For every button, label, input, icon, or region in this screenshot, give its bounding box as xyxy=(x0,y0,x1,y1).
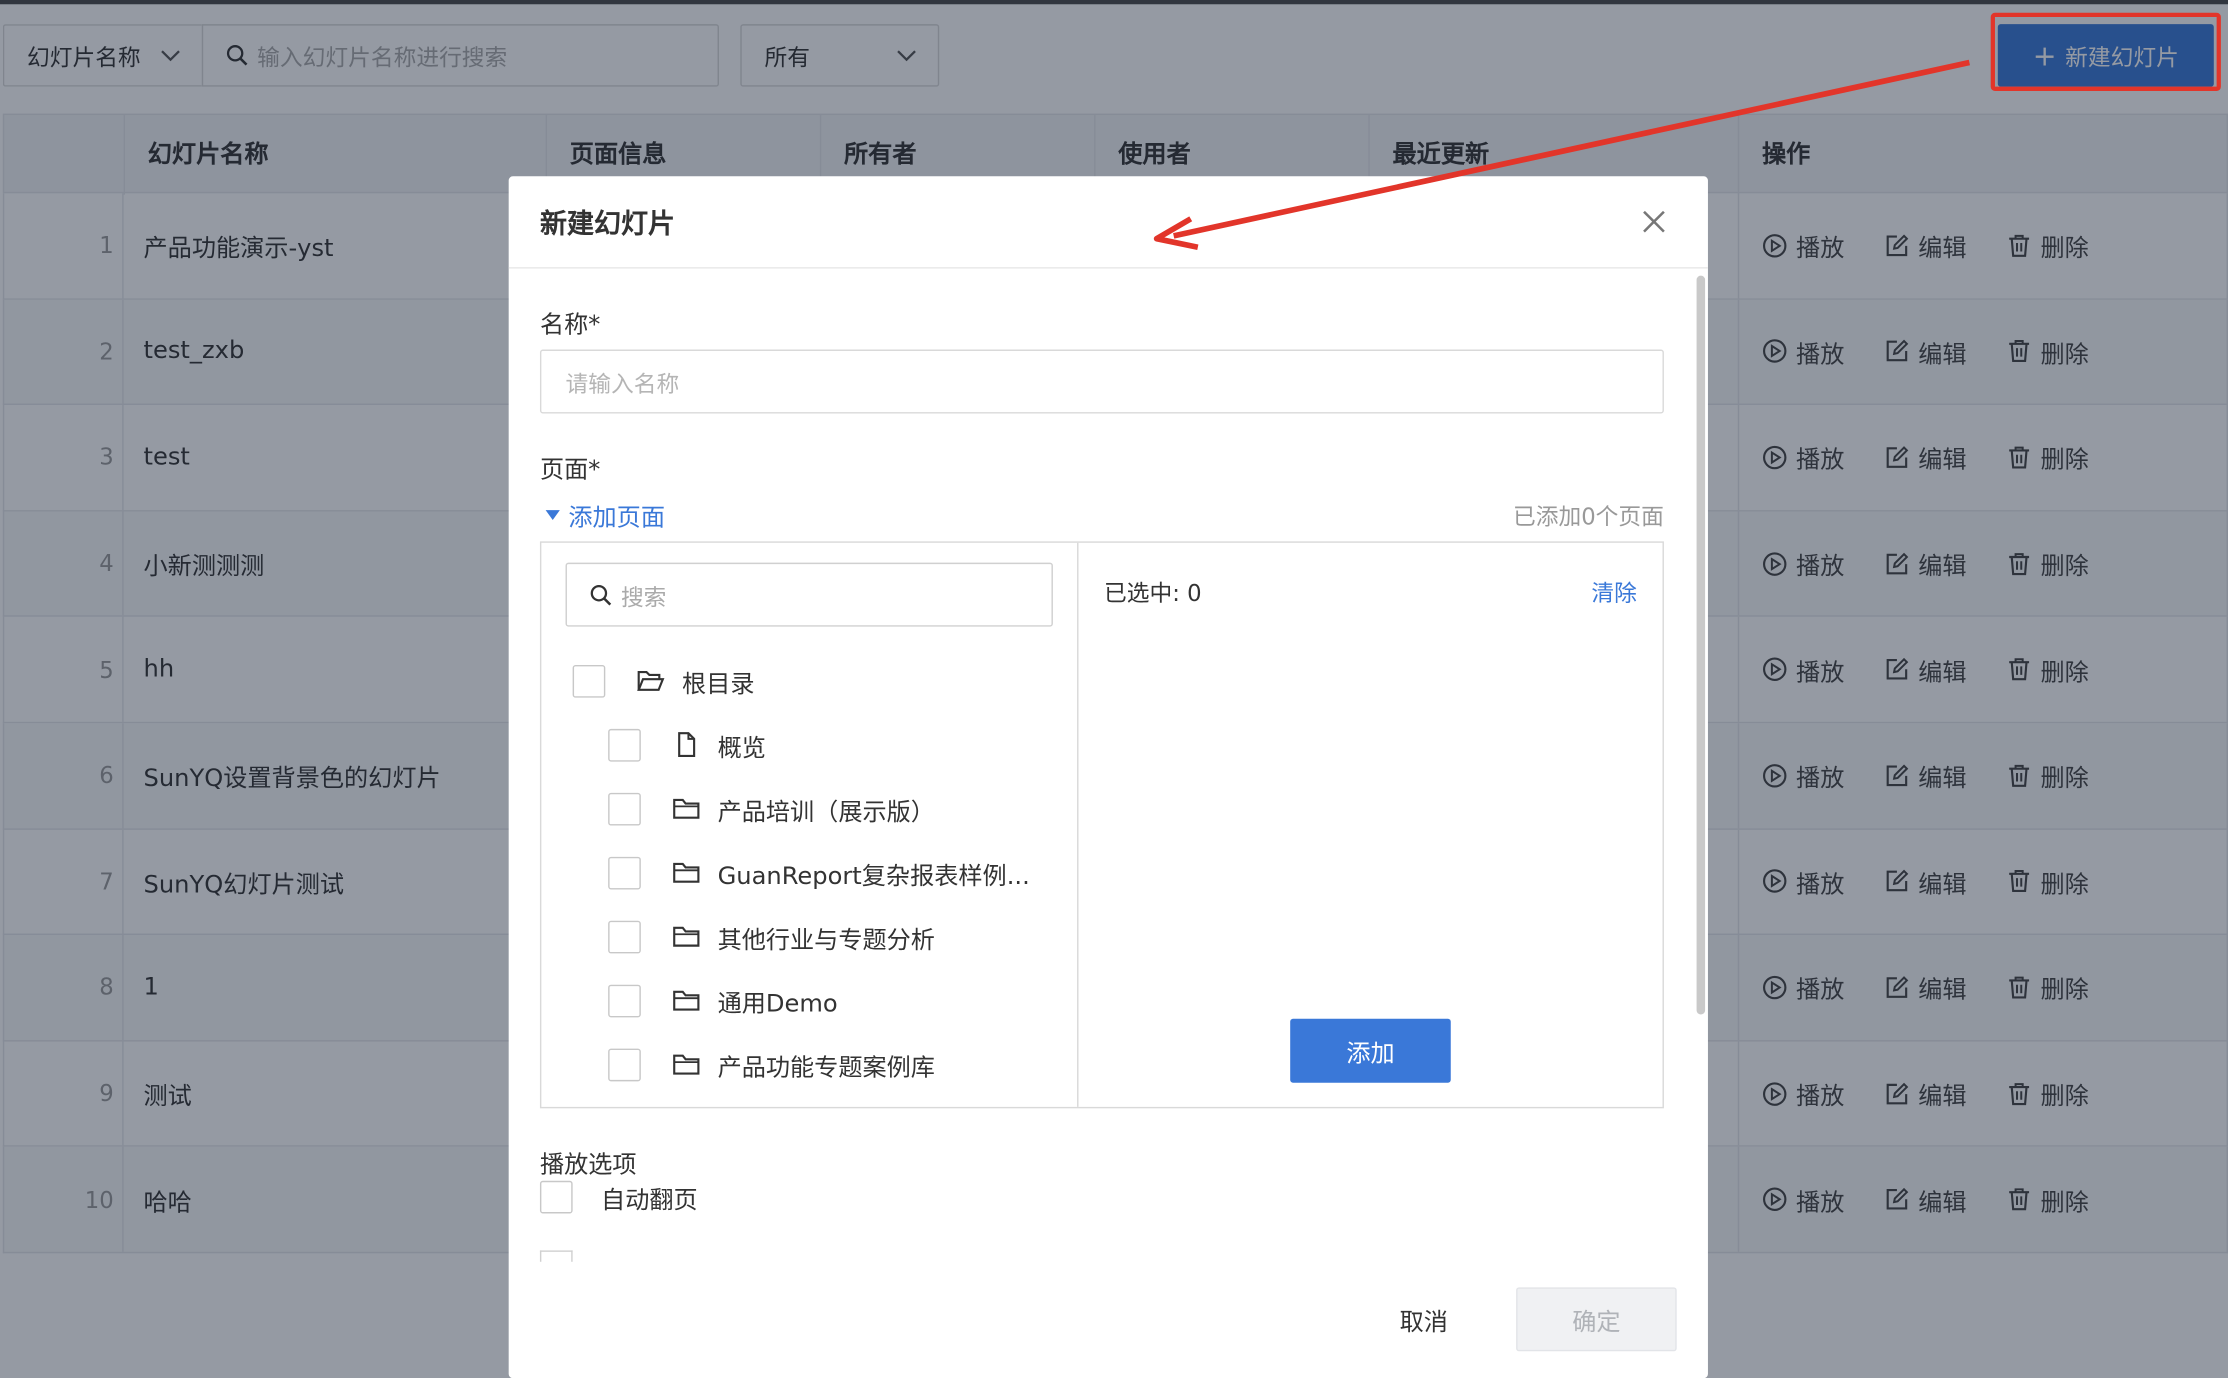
tree-item-checkbox[interactable] xyxy=(608,792,641,825)
name-label: 名称* xyxy=(539,311,601,340)
folder-icon xyxy=(673,798,700,819)
root-checkbox[interactable] xyxy=(572,664,606,697)
tree-item-checkbox[interactable] xyxy=(608,856,641,889)
page-search-placeholder: 搜索 xyxy=(620,583,667,611)
tree-root-label: 根目录 xyxy=(682,669,755,699)
auto-flip-option[interactable]: 自动翻页 xyxy=(539,1179,698,1215)
tree-item[interactable]: 概览 xyxy=(608,728,766,762)
tree-item-checkbox[interactable] xyxy=(608,1047,641,1081)
tree-item-label: 通用Demo xyxy=(717,989,838,1019)
folder-icon xyxy=(673,926,700,947)
tree-item-checkbox[interactable] xyxy=(608,728,641,761)
tree-item-checkbox[interactable] xyxy=(608,983,641,1017)
clear-link[interactable]: 清除 xyxy=(1591,574,1636,608)
play-options-label: 播放选项 xyxy=(539,1150,637,1180)
tree-item[interactable]: 产品培训（展示版） xyxy=(608,791,935,827)
tree-item[interactable]: 其他行业与专题分析 xyxy=(608,919,935,955)
partial-checkbox[interactable] xyxy=(539,1250,573,1262)
tree-item[interactable]: 产品功能专题案例库 xyxy=(608,1047,935,1083)
cancel-button[interactable]: 取消 xyxy=(1361,1287,1486,1351)
tree-item-label: GuanReport复杂报表样例... xyxy=(717,861,1030,891)
search-icon xyxy=(590,584,612,605)
tree-item[interactable]: 通用Demo xyxy=(608,983,838,1019)
auto-flip-label: 自动翻页 xyxy=(601,1186,698,1215)
added-pages-count: 已添加0个页面 xyxy=(1513,503,1664,531)
tree-item-label: 其他行业与专题分析 xyxy=(717,925,935,955)
close-icon[interactable] xyxy=(1640,207,1668,235)
page-picker: 搜索 根目录 概览产品培训（展示版） GuanReport复杂报表样例... 其他行… xyxy=(539,541,1664,1109)
page-search-input[interactable]: 搜索 xyxy=(565,562,1053,627)
confirm-button[interactable]: 确定 xyxy=(1516,1287,1677,1352)
tree-item-label: 产品培训（展示版） xyxy=(717,797,935,827)
page: 幻灯片名称 输入幻灯片名称进行搜索 所有 + 新建幻灯片 幻灯片名称 页面信息 … xyxy=(0,0,2228,1378)
folder-icon xyxy=(673,862,700,883)
tree-item-checkbox[interactable] xyxy=(608,920,641,953)
new-slide-dialog: 新建幻灯片 名称* 请输入名称 页面* 添加页面 已添加0个页面 搜索 根目录 … xyxy=(508,176,1708,1378)
dialog-scrollbar[interactable] xyxy=(1696,275,1706,1015)
dialog-title: 新建幻灯片 xyxy=(539,208,675,240)
folder-open-icon xyxy=(637,671,665,691)
name-placeholder: 请输入名称 xyxy=(565,370,680,398)
page-tree-panel: 搜索 根目录 概览产品培训（展示版） GuanReport复杂报表样例... 其他行… xyxy=(541,542,1079,1107)
auto-flip-checkbox[interactable] xyxy=(539,1180,573,1214)
selected-pages-panel: 已选中: 0 清除 添加 xyxy=(1078,543,1662,1107)
tree-root[interactable]: 根目录 xyxy=(572,664,755,699)
file-icon xyxy=(678,732,696,757)
dialog-body: 名称* 请输入名称 页面* 添加页面 已添加0个页面 搜索 根目录 概览 产品培… xyxy=(509,270,1708,1273)
add-button[interactable]: 添加 xyxy=(1290,1018,1451,1083)
add-pages-toggle[interactable]: 添加页面 xyxy=(545,497,665,533)
caret-down-icon xyxy=(545,510,560,521)
tree-item-label: 概览 xyxy=(717,733,766,763)
add-pages-label: 添加页面 xyxy=(568,504,665,533)
folder-icon xyxy=(673,990,700,1011)
folder-icon xyxy=(673,1054,700,1075)
dialog-footer: 取消 确定 xyxy=(509,1273,1708,1378)
tree-item[interactable]: GuanReport复杂报表样例... xyxy=(608,855,1030,891)
name-input[interactable]: 请输入名称 xyxy=(539,349,1664,414)
dialog-header: 新建幻灯片 xyxy=(508,176,1708,269)
annotation-highlight-box xyxy=(1990,12,2221,91)
selected-count: 已选中: 0 xyxy=(1104,579,1202,607)
tree-item-label: 产品功能专题案例库 xyxy=(717,1053,935,1083)
pages-label: 页面* xyxy=(539,456,601,485)
